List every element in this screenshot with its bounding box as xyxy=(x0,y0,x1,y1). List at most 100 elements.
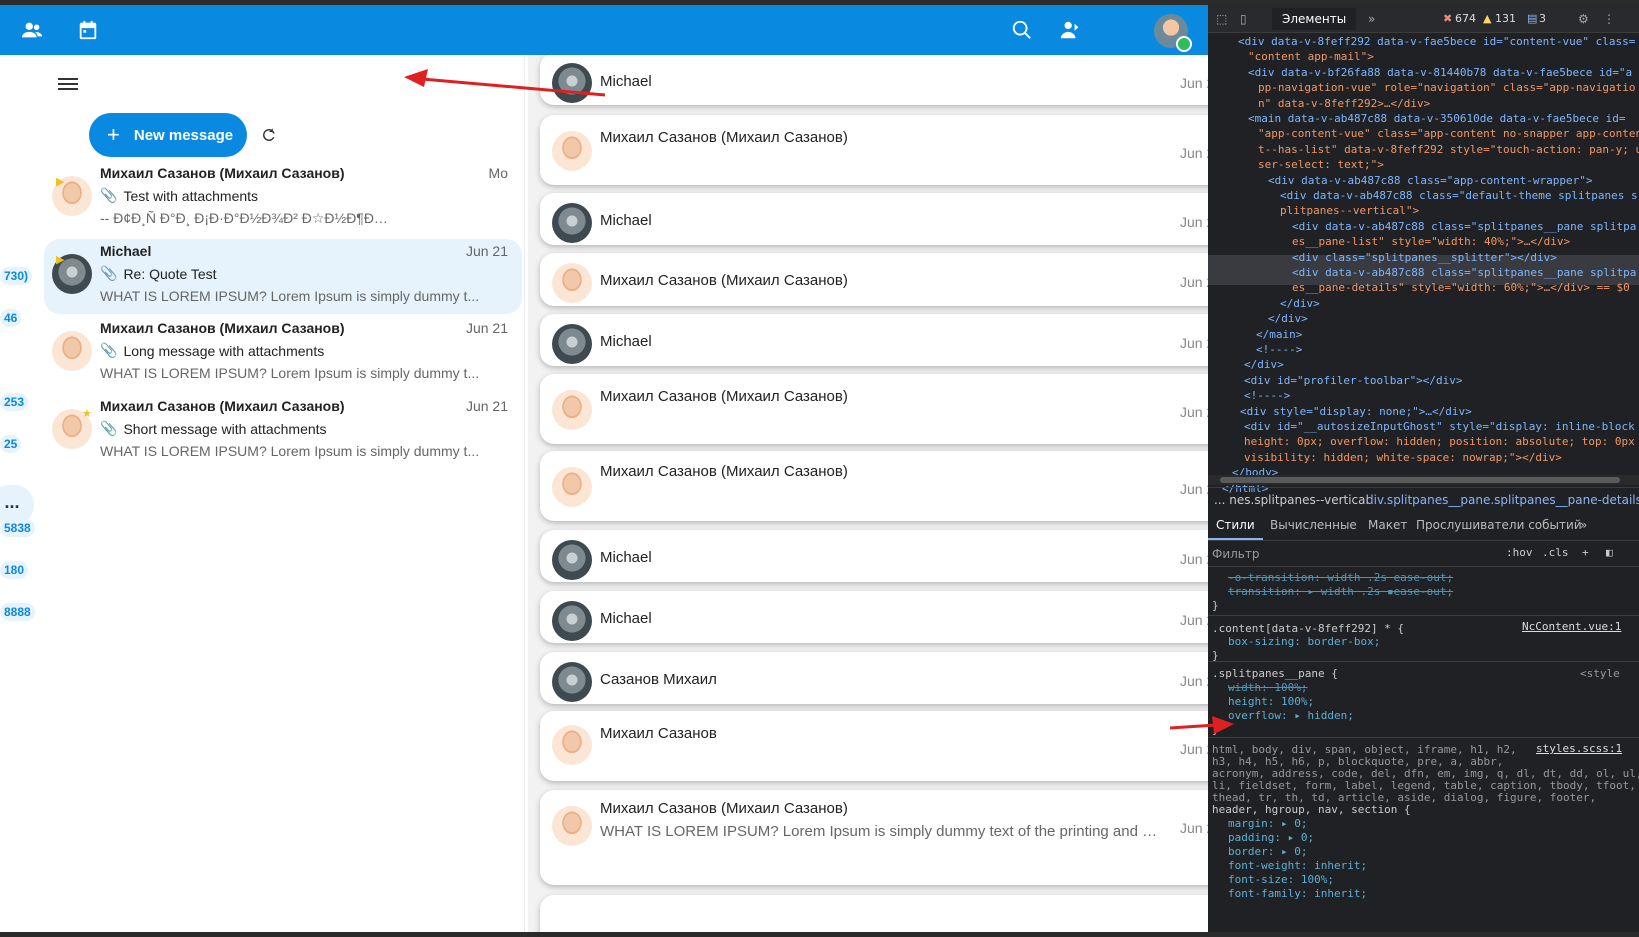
css-rule-line[interactable]: width: 100%; xyxy=(1228,681,1307,695)
breadcrumb-item[interactable]: div.splitpanes__pane.splitpanes__pane-de… xyxy=(1366,488,1639,512)
dom-node-line[interactable]: </div> xyxy=(1280,296,1320,311)
dom-node-line[interactable]: </div> xyxy=(1244,357,1284,372)
dom-horizontal-scrollbar[interactable] xyxy=(1208,475,1639,485)
breadcrumb-item[interactable]: ... nes.splitpanes--vertical xyxy=(1214,488,1369,512)
more-tabs-icon[interactable]: » xyxy=(1368,12,1375,26)
css-rule-line[interactable]: padding: ▸ 0; xyxy=(1228,831,1314,845)
css-rule-line[interactable]: height: 100%; xyxy=(1228,695,1314,709)
css-rule-line[interactable]: transition: ▸ width .2s ▪ease-out; xyxy=(1228,585,1453,599)
thread-message[interactable]: Михаил Сазанов (Михаил Сазанов) WHAT IS … xyxy=(540,790,1208,885)
new-message-button[interactable]: + New message xyxy=(89,113,247,157)
dom-node-line[interactable]: plitpanes--vertical"> xyxy=(1280,203,1419,218)
dom-node-line[interactable]: "app-content-vue" class="app-content no-… xyxy=(1258,126,1639,141)
css-rule-line[interactable]: } xyxy=(1212,599,1219,613)
warning-count[interactable]: 131 xyxy=(1492,11,1519,27)
css-rule-line[interactable]: header, hgroup, nav, section { xyxy=(1212,803,1411,817)
css-rule-line[interactable]: font-size: 100%; xyxy=(1228,873,1334,887)
more-subtabs-icon[interactable]: » xyxy=(1572,511,1595,540)
envelope-item[interactable]: ▶ Михаил Сазанов (Михаил Сазанов) Mo 📎 Te… xyxy=(44,161,522,236)
mailbox-unread-count[interactable]: 46 xyxy=(0,309,22,327)
message-count[interactable]: 3 xyxy=(1536,11,1549,27)
dom-node-line[interactable]: t--has-list" data-v-8feff292 style="touc… xyxy=(1258,142,1639,157)
thread-message[interactable]: Michael Jun 2 xyxy=(540,314,1208,366)
dom-node-line[interactable]: pp-navigation-vue" role="navigation" cla… xyxy=(1258,80,1636,95)
calendar-app-icon[interactable] xyxy=(76,18,100,42)
thread-message[interactable]: Михаил Сазанов (Михаил Сазанов) Jun 2 xyxy=(540,115,1208,185)
device-toolbar-icon[interactable]: ▯ xyxy=(1240,12,1247,26)
css-rule-line[interactable]: .content[data-v-8feff292] * { xyxy=(1212,622,1404,636)
css-rule-line[interactable]: font-weight: inherit; xyxy=(1228,859,1367,873)
dom-node-line[interactable]: n" data-v-8feff292>…</div> xyxy=(1258,96,1430,111)
menu-toggle-icon[interactable] xyxy=(58,75,78,95)
css-rule-line[interactable]: overflow: ▸ hidden; xyxy=(1228,709,1354,723)
dom-node-line[interactable]: <div data-v-ab487c88 class="default-them… xyxy=(1280,188,1638,203)
dom-node-line[interactable]: </main> xyxy=(1256,327,1302,342)
settings-gear-icon[interactable]: ⚙ xyxy=(1578,12,1589,26)
user-avatar[interactable] xyxy=(1154,14,1192,52)
dom-node-line[interactable]: <div data-v-8feff292 data-v-fae5bece id=… xyxy=(1238,34,1635,49)
envelope-item[interactable]: ★ Михаил Сазанов (Михаил Сазанов) Jun 21… xyxy=(44,394,522,469)
tab-elements[interactable]: Элементы xyxy=(1272,8,1357,30)
style-source-link[interactable]: NcContent.vue:1 xyxy=(1522,620,1621,633)
kebab-menu-icon[interactable]: ⋮ xyxy=(1603,12,1615,26)
search-icon[interactable] xyxy=(1010,18,1034,42)
dom-node-line[interactable]: es__pane-details" style="width: 60%;">…<… xyxy=(1292,280,1630,295)
dom-node-line[interactable]: <!----> xyxy=(1256,342,1302,357)
contacts-app-icon[interactable] xyxy=(20,18,44,42)
contacts-menu-icon[interactable] xyxy=(1058,18,1082,42)
hover-state-toggle[interactable]: :hov xyxy=(1506,546,1533,559)
thread-message[interactable]: Михаил Сазанов (Михаил Сазанов) Jun 2 xyxy=(540,451,1208,521)
css-rule-line[interactable]: -o-transition: width .2s ease-out; xyxy=(1228,571,1453,585)
mailbox-unread-count[interactable]: 730) xyxy=(0,267,33,285)
dom-node-line[interactable]: <main data-v-ab487c88 data-v-350610de da… xyxy=(1248,111,1626,126)
dom-node-line[interactable]: <div id="profiler-toolbar"></div> xyxy=(1244,373,1463,388)
dom-node-line[interactable]: <!----> xyxy=(1244,388,1290,403)
class-toggle[interactable]: .cls xyxy=(1542,546,1569,559)
css-rule-line[interactable]: box-sizing: border-box; xyxy=(1228,635,1380,649)
thread-message[interactable]: Сазанов Михаил Jun 2 xyxy=(540,652,1208,704)
style-source-link[interactable]: styles.scss:1 xyxy=(1536,742,1622,755)
dom-node-line[interactable]: <div style="display: none;">…</div> xyxy=(1240,404,1472,419)
thread-message[interactable] xyxy=(540,895,1208,932)
tab-computed[interactable]: Вычисленные xyxy=(1262,511,1365,540)
inspect-element-icon[interactable]: ⬚ xyxy=(1216,12,1227,26)
dom-node-line[interactable]: <div data-v-ab487c88 class="splitpanes__… xyxy=(1292,219,1636,234)
envelope-item[interactable]: ▶ Michael Jun 21 📎 Re: Quote Test WHAT IS… xyxy=(44,239,522,314)
thread-message[interactable]: Михаил Сазанов Jun 2 xyxy=(540,711,1208,781)
dom-node-line[interactable]: <div id="__autosizeInputGhost" style="di… xyxy=(1244,419,1635,434)
thread-message[interactable]: Михаил Сазанов (Михаил Сазанов) Jun 2 xyxy=(540,253,1208,306)
dom-node-line[interactable]: height: 0px; overflow: hidden; position:… xyxy=(1244,434,1635,449)
dom-node-line[interactable]: visibility: hidden; white-space: nowrap;… xyxy=(1244,450,1562,465)
mailbox-unread-count[interactable]: 253 xyxy=(0,393,29,411)
css-rule-line[interactable]: font-family: inherit; xyxy=(1228,887,1367,901)
dom-node-line[interactable]: <div data-v-bf26fa88 data-v-81440b78 dat… xyxy=(1248,65,1632,80)
dom-node-line[interactable]: <div class="splitpanes__splitter"></div> xyxy=(1292,250,1557,265)
mailbox-unread-count[interactable]: 180 xyxy=(0,561,29,579)
tab-event-listeners[interactable]: Прослушиватели событий xyxy=(1408,511,1590,540)
tab-styles[interactable]: Стили xyxy=(1208,511,1263,540)
mailbox-unread-count[interactable]: 8888 xyxy=(0,603,35,621)
style-source-link[interactable]: <style xyxy=(1580,667,1620,680)
thread-message[interactable]: Michael Jun 2 xyxy=(540,530,1208,582)
refresh-icon[interactable] xyxy=(255,121,283,149)
css-rule-line[interactable]: border: ▸ 0; xyxy=(1228,845,1307,859)
envelope-item[interactable]: Михаил Сазанов (Михаил Сазанов) Jun 21 📎… xyxy=(44,316,522,391)
dom-node-line[interactable]: <div data-v-ab487c88 class="splitpanes__… xyxy=(1292,265,1636,280)
thread-message[interactable]: Michael Jun 2 xyxy=(540,55,1208,105)
thread-message[interactable]: Михаил Сазанов (Михаил Сазанов) Jun 2 xyxy=(540,374,1208,444)
thread-message[interactable]: Michael Jun 2 xyxy=(540,591,1208,643)
dom-node-line[interactable]: es__pane-list" style="width: 40%;">…</di… xyxy=(1292,234,1570,249)
toggle-sidebar-icon[interactable]: ◧ xyxy=(1606,546,1613,559)
dom-node-line[interactable]: "content app-mail"> xyxy=(1248,49,1374,64)
dom-node-line[interactable]: <div data-v-ab487c88 class="app-content-… xyxy=(1268,173,1593,188)
css-rule-line[interactable]: margin: ▸ 0; xyxy=(1228,817,1307,831)
thread-message[interactable]: Michael Jun 2 xyxy=(540,193,1208,245)
add-rule-icon[interactable]: + xyxy=(1582,546,1589,559)
mailbox-unread-count[interactable]: 5838 xyxy=(0,519,35,537)
error-count[interactable]: 674 xyxy=(1452,11,1479,27)
dom-node-line[interactable]: </div> xyxy=(1268,311,1308,326)
css-rule-line[interactable]: .splitpanes__pane { xyxy=(1212,667,1338,681)
mailbox-unread-count[interactable]: 25 xyxy=(0,435,22,453)
styles-filter-input[interactable] xyxy=(1212,544,1502,564)
dom-node-line[interactable]: ser-select: text;"> xyxy=(1258,157,1384,172)
